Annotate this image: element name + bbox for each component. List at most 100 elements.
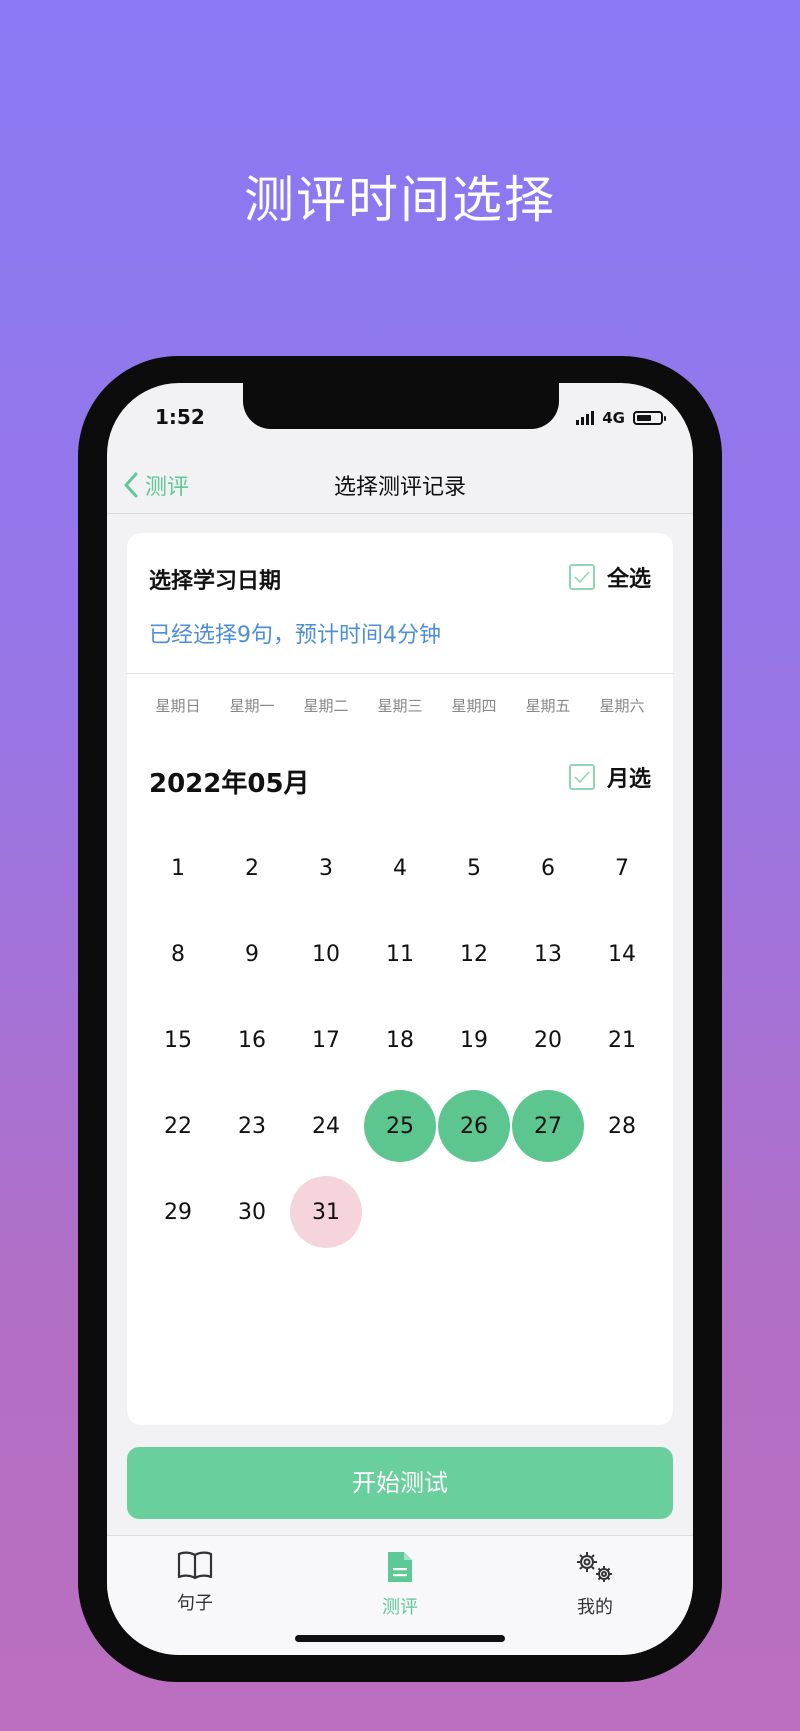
- calendar-day-cell: 20: [511, 997, 585, 1083]
- calendar-day[interactable]: 21: [586, 1004, 658, 1076]
- tab-evaluation[interactable]: 测评: [340, 1550, 460, 1619]
- weekday-label: 星期二: [303, 697, 349, 715]
- select-all-checkbox[interactable]: [568, 564, 595, 590]
- calendar-day[interactable]: 1: [142, 832, 214, 904]
- calendar-day-cell: 12: [437, 911, 511, 997]
- calendar-day[interactable]: 19: [438, 1004, 510, 1076]
- battery-icon: [633, 411, 666, 425]
- tab-profile[interactable]: 我的: [535, 1550, 655, 1619]
- calendar-day-cell: 19: [437, 997, 511, 1083]
- calendar-day-cell: 18: [363, 997, 437, 1083]
- calendar-day[interactable]: 13: [512, 918, 584, 990]
- home-indicator: [295, 1635, 505, 1642]
- calendar-day-cell: 6: [511, 825, 585, 911]
- calendar-day-cell: 22: [141, 1083, 215, 1169]
- calendar-day-cell: 2: [215, 825, 289, 911]
- start-test-button[interactable]: 开始测试: [127, 1447, 673, 1519]
- promo-title: 测评时间选择: [244, 171, 556, 229]
- calendar-day[interactable]: 5: [438, 832, 510, 904]
- calendar-day[interactable]: 30: [216, 1176, 288, 1248]
- month-select-checkbox[interactable]: [568, 764, 595, 790]
- checkmark-icon: [574, 571, 590, 583]
- calendar-day[interactable]: 31: [290, 1176, 362, 1248]
- calendar-day-cell: 16: [215, 997, 289, 1083]
- calendar-day[interactable]: 23: [216, 1090, 288, 1162]
- calendar-day[interactable]: 18: [364, 1004, 436, 1076]
- navigation-bar: 测评 选择测评记录: [107, 453, 693, 514]
- calendar-day[interactable]: 9: [216, 918, 288, 990]
- weekday-label: 星期三: [377, 697, 423, 715]
- calendar-grid: 1 2 3 4 5 6 7 8 9 10 11 12 13 14 15 16 17 18 19 20 21 22 23 24 2…: [141, 825, 659, 1255]
- calendar-day-cell: 27: [511, 1083, 585, 1169]
- selection-summary: 已经选择9句，预计时间4分钟: [149, 623, 441, 648]
- calendar-day[interactable]: 6: [512, 832, 584, 904]
- calendar-day-cell: 8: [141, 911, 215, 997]
- notch: [243, 383, 559, 429]
- app-screen: 1:52 4G 测评 选择测评记录 选择学习日期 全选 已经选择9句，预计时间4…: [107, 383, 693, 1655]
- month-title: 2022年05月: [149, 769, 310, 799]
- weekday-label: 星期六: [599, 697, 645, 715]
- calendar-day[interactable]: 26: [438, 1090, 510, 1162]
- gears-icon: [577, 1552, 612, 1582]
- book-icon: [177, 1551, 213, 1580]
- checkmark-icon: [574, 771, 590, 783]
- month-select-toggle[interactable]: 月选: [568, 761, 651, 793]
- divider: [127, 673, 673, 674]
- calendar-day[interactable]: 15: [142, 1004, 214, 1076]
- calendar-day[interactable]: 12: [438, 918, 510, 990]
- signal-icon: [576, 411, 595, 425]
- status-time: 1:52: [155, 405, 205, 429]
- date-select-card: 选择学习日期 全选 已经选择9句，预计时间4分钟 星期日 星期一 星期二 星期三…: [127, 533, 673, 1425]
- calendar-day[interactable]: 28: [586, 1090, 658, 1162]
- calendar-day[interactable]: 24: [290, 1090, 362, 1162]
- calendar-day-cell: 13: [511, 911, 585, 997]
- calendar-day-cell: 30: [215, 1169, 289, 1255]
- calendar-day[interactable]: 10: [290, 918, 362, 990]
- calendar-day[interactable]: 7: [586, 832, 658, 904]
- weekday-label: 星期日: [155, 697, 201, 715]
- calendar-day-cell: 5: [437, 825, 511, 911]
- weekday-label: 星期四: [451, 697, 497, 715]
- select-all-toggle[interactable]: 全选: [568, 561, 651, 593]
- calendar-day[interactable]: 27: [512, 1090, 584, 1162]
- calendar-day-cell: 11: [363, 911, 437, 997]
- calendar-day[interactable]: 22: [142, 1090, 214, 1162]
- calendar-day[interactable]: 16: [216, 1004, 288, 1076]
- calendar-day[interactable]: 4: [364, 832, 436, 904]
- calendar-day-cell: 21: [585, 997, 659, 1083]
- tab-bar: 句子 测评 我的: [107, 1535, 693, 1655]
- tab-label: 测评: [382, 1597, 418, 1618]
- status-indicators: 4G: [576, 409, 666, 427]
- network-type: 4G: [602, 409, 625, 427]
- calendar-day-cell: 9: [215, 911, 289, 997]
- tab-label: 我的: [577, 1597, 613, 1618]
- calendar-day[interactable]: 11: [364, 918, 436, 990]
- calendar-day-cell: 24: [289, 1083, 363, 1169]
- calendar-day-cell: 10: [289, 911, 363, 997]
- calendar-day[interactable]: 29: [142, 1176, 214, 1248]
- tab-sentences[interactable]: 句子: [135, 1550, 255, 1615]
- weekday-label: 星期一: [229, 697, 275, 715]
- month-select-label: 月选: [606, 767, 651, 792]
- calendar-day[interactable]: 3: [290, 832, 362, 904]
- calendar-day-cell: 23: [215, 1083, 289, 1169]
- select-all-label: 全选: [606, 567, 651, 592]
- calendar-day-cell: 28: [585, 1083, 659, 1169]
- calendar-day-cell: 31: [289, 1169, 363, 1255]
- calendar-day-cell: 15: [141, 997, 215, 1083]
- calendar-day[interactable]: 14: [586, 918, 658, 990]
- calendar-day-cell: 17: [289, 997, 363, 1083]
- document-icon: [388, 1552, 412, 1582]
- card-title: 选择学习日期: [149, 569, 282, 594]
- weekday-header: 星期日 星期一 星期二 星期三 星期四 星期五 星期六: [141, 683, 659, 729]
- calendar-day-cell: 4: [363, 825, 437, 911]
- calendar-day-cell: 25: [363, 1083, 437, 1169]
- calendar-day[interactable]: 25: [364, 1090, 436, 1162]
- page-title: 选择测评记录: [333, 475, 466, 500]
- calendar-day[interactable]: 20: [512, 1004, 584, 1076]
- calendar-day[interactable]: 2: [216, 832, 288, 904]
- calendar-day[interactable]: 17: [290, 1004, 362, 1076]
- calendar-day-cell: 1: [141, 825, 215, 911]
- calendar-day[interactable]: 8: [142, 918, 214, 990]
- calendar-day-cell: 29: [141, 1169, 215, 1255]
